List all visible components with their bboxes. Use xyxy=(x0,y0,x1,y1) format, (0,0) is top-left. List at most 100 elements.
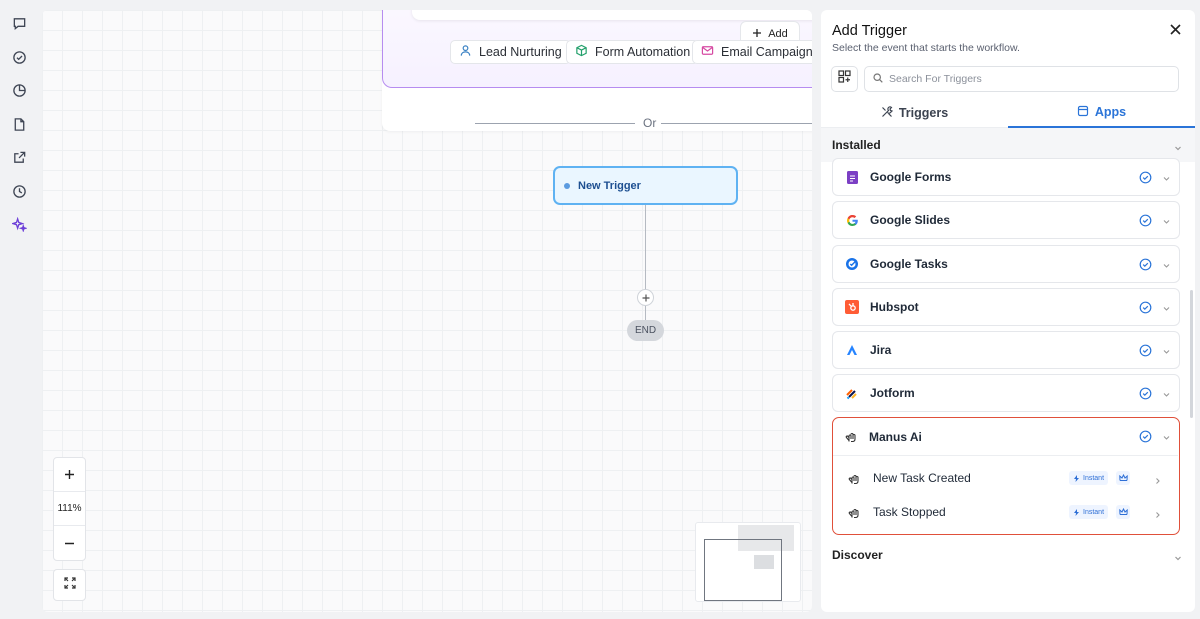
chip-label: Lead Nurturing xyxy=(479,45,562,59)
hubspot-logo-icon xyxy=(845,300,859,314)
chevron-down-icon xyxy=(1162,345,1171,354)
external-link-icon[interactable] xyxy=(9,147,29,167)
grid-icon xyxy=(838,70,851,88)
check-circle-icon[interactable] xyxy=(9,47,29,67)
installed-section-header[interactable]: Installed xyxy=(821,128,1195,162)
trigger-item-task-stopped[interactable]: Task Stopped Instant xyxy=(841,498,1171,526)
zoom-out-button[interactable] xyxy=(54,526,85,560)
discover-section-header[interactable]: Discover xyxy=(821,538,1195,572)
chip-email-campaigns[interactable]: Email Campaigns xyxy=(692,40,812,64)
manus-logo-icon xyxy=(847,505,861,519)
check-circle-icon xyxy=(1139,344,1152,357)
search-field[interactable] xyxy=(864,66,1179,92)
expand-icon xyxy=(63,576,76,594)
panel-scrollbar[interactable] xyxy=(1190,290,1193,418)
trigger-dot xyxy=(564,182,570,189)
or-divider: Or xyxy=(475,116,812,130)
fit-view-button[interactable] xyxy=(53,569,86,601)
user-icon xyxy=(459,44,472,60)
chip-form-automation[interactable]: Form Automation xyxy=(566,40,700,64)
chip-label: Email Campaigns xyxy=(721,45,812,59)
end-label: END xyxy=(634,325,657,336)
lightning-icon xyxy=(1074,508,1079,516)
crown-icon xyxy=(1116,505,1130,519)
jira-logo-icon xyxy=(845,343,859,357)
zoom-level-text: 111% xyxy=(57,503,82,514)
chevron-right-icon xyxy=(1154,508,1161,522)
tab-triggers[interactable]: Triggers xyxy=(821,98,1008,128)
mail-icon xyxy=(701,44,714,60)
document-icon[interactable] xyxy=(9,114,29,134)
jotform-logo-icon xyxy=(845,386,859,400)
divider-line xyxy=(475,123,635,124)
chevron-down-icon xyxy=(1162,388,1171,397)
workflow-canvas[interactable]: Add Lead Nurturing Form Automation Email… xyxy=(42,10,812,612)
app-row-manus-ai: Manus Ai New Task Created Instant Task S… xyxy=(832,417,1180,535)
chevron-down-icon xyxy=(1162,302,1171,311)
search-icon xyxy=(873,70,883,88)
or-label: Or xyxy=(643,116,657,130)
lightning-icon xyxy=(1074,474,1079,482)
history-icon[interactable] xyxy=(9,181,29,201)
minimap-viewport xyxy=(704,539,782,601)
tools-icon xyxy=(881,105,893,121)
instant-badge-label: Instant xyxy=(1083,508,1105,516)
trigger-label: New Task Created xyxy=(873,471,971,485)
pie-chart-icon[interactable] xyxy=(9,80,29,100)
chevron-right-icon xyxy=(1154,474,1161,488)
app-row-google-slides[interactable]: Google Slides xyxy=(832,201,1180,239)
end-node: END xyxy=(627,320,664,341)
grid-view-button[interactable] xyxy=(831,66,858,92)
app-row-jotform[interactable]: Jotform xyxy=(832,374,1180,412)
trigger-item-new-task-created[interactable]: New Task Created Instant xyxy=(841,464,1171,492)
template-strip xyxy=(412,10,812,20)
chip-lead-nurturing[interactable]: Lead Nurturing xyxy=(450,40,571,64)
chevron-down-icon xyxy=(1162,172,1171,181)
app-name: Google Tasks xyxy=(870,257,948,271)
app-row-jira[interactable]: Jira xyxy=(832,331,1180,369)
panel-title: Add Trigger xyxy=(832,23,907,39)
chevron-down-icon xyxy=(1174,141,1182,155)
add-button-label: Add xyxy=(768,28,788,40)
check-circle-icon xyxy=(1139,171,1152,184)
zoom-in-button[interactable] xyxy=(54,458,85,492)
instant-badge: Instant xyxy=(1069,505,1109,519)
manus-ai-header[interactable]: Manus Ai xyxy=(833,418,1178,456)
app-name: Google Forms xyxy=(870,170,952,184)
app-window-icon xyxy=(1077,105,1089,120)
app-name: Jotform xyxy=(870,386,915,400)
chevron-down-icon xyxy=(1162,431,1171,440)
zoom-level: 111% xyxy=(54,492,85,526)
check-circle-icon xyxy=(1139,301,1152,314)
sparkles-icon[interactable] xyxy=(9,214,29,234)
left-rail xyxy=(0,0,38,619)
manus-logo-icon xyxy=(844,430,858,444)
close-icon xyxy=(1169,22,1181,40)
crown-icon xyxy=(1116,471,1130,485)
minimap-node xyxy=(754,555,774,569)
minimap[interactable] xyxy=(695,522,801,602)
add-step-button[interactable] xyxy=(637,289,654,306)
trigger-node-label: New Trigger xyxy=(578,179,641,192)
chat-icon[interactable] xyxy=(9,13,29,33)
check-circle-icon xyxy=(1139,258,1152,271)
app-name: Jira xyxy=(870,343,892,357)
chevron-down-icon xyxy=(1174,551,1182,565)
close-button[interactable] xyxy=(1167,23,1183,39)
app-row-google-tasks[interactable]: Google Tasks xyxy=(832,245,1180,283)
discover-label: Discover xyxy=(832,548,883,562)
chip-label: Form Automation xyxy=(595,45,691,59)
app-row-google-forms[interactable]: Google Forms xyxy=(832,158,1180,196)
check-circle-icon xyxy=(1139,430,1152,443)
tab-label: Apps xyxy=(1094,105,1127,119)
app-name: Hubspot xyxy=(870,300,919,314)
chevron-down-icon xyxy=(1162,259,1171,268)
app-name: Manus Ai xyxy=(869,429,922,444)
new-trigger-node[interactable]: New Trigger xyxy=(553,166,738,205)
google-logo-icon xyxy=(845,213,859,227)
check-circle-icon xyxy=(1139,387,1152,400)
app-row-hubspot[interactable]: Hubspot xyxy=(832,288,1180,326)
search-input[interactable] xyxy=(889,73,1169,85)
cube-icon xyxy=(575,44,588,60)
tab-apps[interactable]: Apps xyxy=(1008,98,1195,128)
